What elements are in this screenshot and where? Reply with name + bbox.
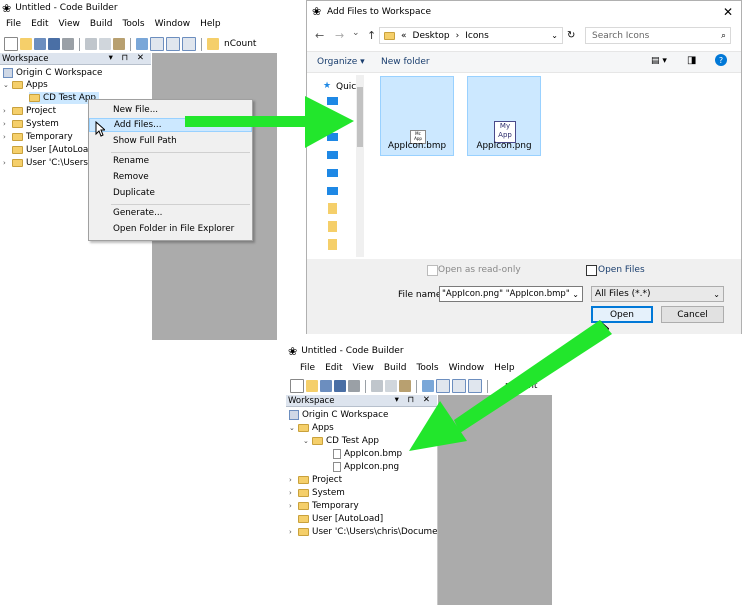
- arrow-2: [409, 320, 612, 451]
- arrow-1: [185, 96, 354, 148]
- green-arrow-to-dialog: [185, 96, 612, 451]
